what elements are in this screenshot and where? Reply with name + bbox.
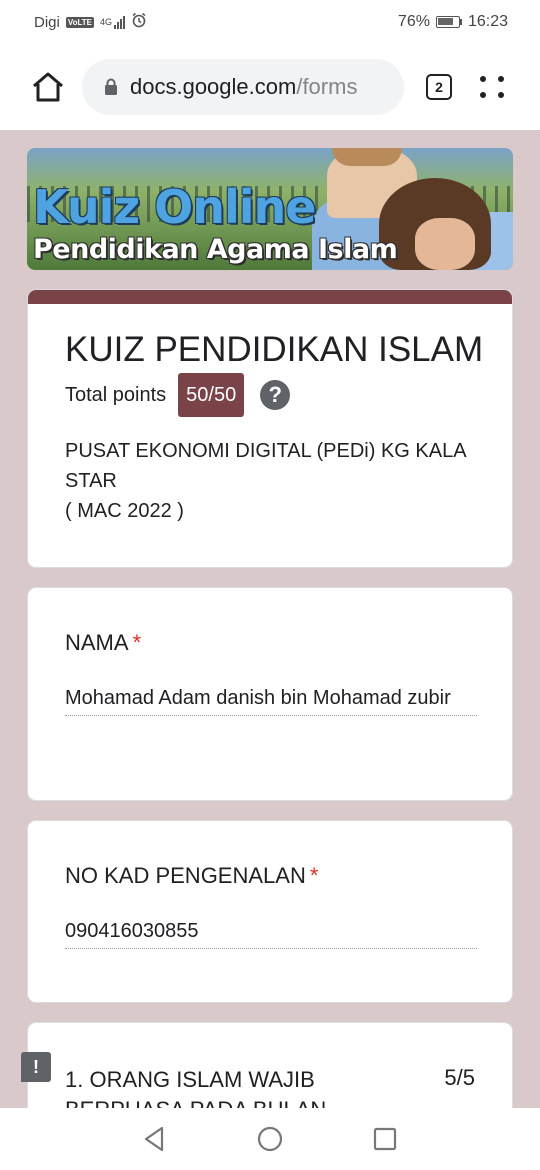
network-type: 4G	[100, 17, 113, 27]
battery-icon	[435, 16, 460, 28]
answer-text: 090416030855	[65, 916, 477, 949]
recents-button[interactable]	[372, 1126, 398, 1152]
description-line: ( MAC 2022 )	[65, 500, 184, 522]
status-bar: Digi VoLTE 4G 76% 16:23	[0, 0, 540, 44]
card-accent-bar	[28, 290, 512, 304]
tab-switcher-button[interactable]: 2	[426, 74, 452, 100]
feedback-icon[interactable]: !	[21, 1052, 51, 1082]
url-host: docs.google.com	[130, 74, 297, 99]
form-title-card: KUIZ PENDIDIKAN ISLAM Total points 50/50…	[27, 289, 513, 568]
required-marker: *	[132, 630, 142, 655]
status-right: 76% 16:23	[398, 13, 508, 31]
description-line: PUSAT EKONOMI DIGITAL (PEDi) KG KALA STA…	[65, 440, 466, 492]
banner-figure	[415, 218, 475, 270]
form-header-image: Kuiz Online Pendidikan Agama Islam	[27, 148, 513, 270]
browser-toolbar: docs.google.com/forms 2	[0, 44, 540, 130]
banner-subtitle: Pendidikan Agama Islam	[33, 234, 398, 265]
address-bar[interactable]: docs.google.com/forms	[82, 59, 404, 115]
home-nav-button[interactable]	[257, 1126, 283, 1152]
question-card-ic: NO KAD PENGENALAN * 090416030855	[27, 820, 513, 1003]
required-marker: *	[309, 863, 319, 888]
status-left: Digi VoLTE 4G	[34, 12, 147, 32]
banner-title: Kuiz Online	[33, 180, 316, 234]
form-title: KUIZ PENDIDIKAN ISLAM	[65, 330, 484, 369]
question-points: 5/5	[444, 1065, 475, 1090]
total-points-row: Total points 50/50 ?	[65, 373, 291, 417]
banner-figure	[332, 148, 402, 166]
home-icon	[33, 72, 63, 102]
battery-tip	[459, 19, 462, 25]
score-badge: 50/50	[178, 373, 245, 417]
question-card-nama: NAMA * Mohamad Adam danish bin Mohamad zu…	[27, 587, 513, 801]
recents-icon	[373, 1127, 397, 1151]
total-points-label: Total points	[65, 383, 167, 406]
alarm-icon	[131, 12, 147, 32]
form-description: PUSAT EKONOMI DIGITAL (PEDi) KG KALA STA…	[65, 436, 485, 526]
help-icon[interactable]: ?	[260, 380, 291, 410]
carrier-label: Digi	[34, 13, 60, 31]
question-label: NO KAD PENGENALAN *	[65, 863, 318, 889]
signal-icon	[114, 15, 126, 29]
url-path: /forms	[296, 74, 358, 99]
system-nav-bar	[0, 1108, 540, 1170]
volte-icon: VoLTE	[65, 16, 94, 28]
question-title: NAMA	[65, 630, 129, 655]
home-circle-icon	[257, 1126, 283, 1152]
home-button[interactable]	[30, 69, 66, 105]
back-icon	[144, 1126, 164, 1152]
lock-icon	[104, 78, 118, 96]
menu-icon[interactable]	[480, 76, 504, 98]
clock: 16:23	[467, 13, 508, 30]
back-button[interactable]	[141, 1126, 167, 1152]
question-label: NAMA *	[65, 630, 141, 656]
battery-percent: 76%	[397, 13, 430, 30]
answer-text: Mohamad Adam danish bin Mohamad zubir	[65, 683, 477, 716]
question-title: NO KAD PENGENALAN	[65, 863, 306, 888]
